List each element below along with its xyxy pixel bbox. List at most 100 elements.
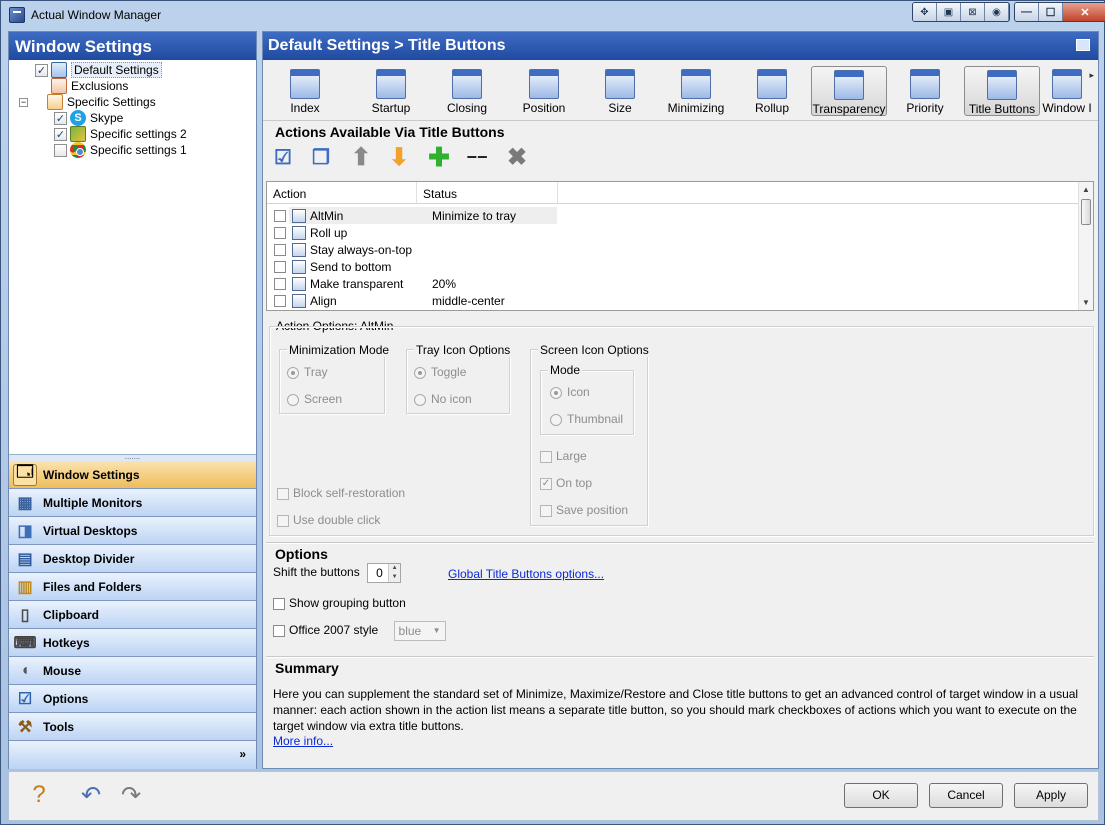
tab-rollup[interactable]: Rollup bbox=[735, 66, 809, 116]
exclusions-icon bbox=[51, 78, 67, 94]
list-item[interactable]: Send to bottom bbox=[267, 258, 1093, 275]
undo-icon[interactable]: ↶ bbox=[75, 780, 107, 810]
separator-icon[interactable]: −− bbox=[463, 144, 491, 170]
tree-item-skype[interactable]: ✓ S Skype bbox=[54, 110, 123, 126]
action-checkbox[interactable] bbox=[274, 226, 286, 239]
action-checkbox[interactable] bbox=[274, 209, 286, 222]
toolbar-more-icon[interactable]: ▸ bbox=[1089, 70, 1094, 81]
list-item[interactable]: Align middle-center bbox=[267, 292, 1093, 309]
checkbox-show-grouping-button[interactable]: Show grouping button bbox=[273, 596, 406, 610]
tree-item-specific-settings-1[interactable]: Specific settings 1 bbox=[54, 142, 187, 158]
style-select[interactable]: blue bbox=[393, 621, 446, 641]
nav-options[interactable]: ☑ Options bbox=[9, 685, 256, 713]
move-up-icon[interactable]: ⬆ bbox=[347, 144, 375, 171]
checkbox-on-top[interactable]: ✓ On top bbox=[540, 476, 592, 490]
ok-button[interactable]: OK bbox=[844, 783, 918, 808]
list-item[interactable]: Stay always-on-top bbox=[267, 241, 1093, 258]
minimize-to-tray-title-button[interactable]: ▣ bbox=[937, 3, 961, 21]
radio-thumbnail[interactable]: Thumbnail bbox=[550, 412, 623, 426]
nav-mouse[interactable]: ◖ Mouse bbox=[9, 657, 256, 685]
more-info-link[interactable]: More info... bbox=[273, 734, 333, 748]
checkbox-block-self-restoration[interactable]: Block self-restoration bbox=[277, 486, 405, 500]
transparency-title-button[interactable]: ◉ bbox=[985, 3, 1009, 21]
tab-transparency[interactable]: Transparency bbox=[811, 66, 887, 116]
title-bar[interactable]: Actual Window Manager ✥ ▣ ⊠ ◉ — ☐ ✕ bbox=[1, 1, 1105, 29]
collapse-icon[interactable]: − bbox=[19, 97, 28, 107]
tab-priority[interactable]: Priority bbox=[888, 66, 962, 116]
checkbox-save-position[interactable]: Save position bbox=[540, 503, 628, 517]
scroll-down-icon[interactable]: ▼ bbox=[1079, 295, 1093, 310]
nav-label: Desktop Divider bbox=[43, 551, 135, 566]
list-item[interactable]: Make transparent 20% bbox=[267, 275, 1093, 292]
tab-startup[interactable]: Startup bbox=[354, 66, 428, 116]
nav-clipboard[interactable]: ▯ Clipboard bbox=[9, 601, 256, 629]
column-action[interactable]: Action bbox=[267, 182, 417, 203]
tab-index[interactable]: Index bbox=[268, 66, 342, 116]
apply-button[interactable]: Apply bbox=[1014, 783, 1088, 808]
panel-window-icon[interactable] bbox=[1076, 39, 1090, 51]
tab-size[interactable]: Size bbox=[583, 66, 657, 116]
tree-item-exclusions[interactable]: Exclusions bbox=[51, 78, 128, 94]
list-item[interactable]: AltMin Minimize to tray bbox=[267, 207, 1093, 224]
move-title-button[interactable]: ✥ bbox=[913, 3, 937, 21]
tab-closing[interactable]: Closing bbox=[430, 66, 504, 116]
tab-window-info[interactable]: Window I bbox=[1041, 66, 1093, 116]
action-checkbox[interactable] bbox=[274, 294, 286, 307]
checkbox-use-double-click[interactable]: Use double click bbox=[277, 513, 380, 527]
redo-icon[interactable]: ↷ bbox=[115, 780, 147, 810]
radio-toggle[interactable]: Toggle bbox=[414, 365, 466, 379]
radio-no-icon[interactable]: No icon bbox=[414, 392, 472, 406]
column-status[interactable]: Status bbox=[417, 182, 558, 203]
stay-on-top-title-button[interactable]: ⊠ bbox=[961, 3, 985, 21]
maximize-button[interactable]: ☐ bbox=[1039, 3, 1063, 21]
tree-item-specific-settings[interactable]: − Specific Settings bbox=[19, 94, 156, 110]
nav-label: Files and Folders bbox=[43, 579, 142, 594]
scroll-thumb[interactable] bbox=[1081, 199, 1091, 225]
checkbox-large[interactable]: Large bbox=[540, 449, 587, 463]
move-down-icon[interactable]: ⬇ bbox=[385, 144, 413, 171]
scroll-up-icon[interactable]: ▲ bbox=[1079, 182, 1093, 197]
radio-screen[interactable]: Screen bbox=[287, 392, 342, 406]
nav-desktop-divider[interactable]: ▤ Desktop Divider bbox=[9, 545, 256, 573]
action-options-group bbox=[269, 326, 1094, 536]
action-checkbox[interactable] bbox=[274, 243, 286, 256]
duplicate-icon[interactable]: ❐ bbox=[307, 144, 335, 170]
tree-item-default-settings[interactable]: ✓ Default Settings bbox=[35, 62, 162, 78]
nav-multiple-monitors[interactable]: ▦ Multiple Monitors bbox=[9, 489, 256, 517]
radio-tray[interactable]: Tray bbox=[287, 365, 328, 379]
screen-icon-options-title: Screen Icon Options bbox=[538, 343, 651, 357]
list-scrollbar[interactable]: ▲ ▼ bbox=[1078, 182, 1093, 310]
shift-stepper[interactable]: 0 bbox=[367, 563, 402, 583]
tab-title-buttons[interactable]: Title Buttons bbox=[964, 66, 1040, 116]
nav-window-settings[interactable]: 🗔 Window Settings bbox=[9, 461, 256, 489]
action-checkbox[interactable] bbox=[274, 260, 286, 273]
nav-files-and-folders[interactable]: ▥ Files and Folders bbox=[9, 573, 256, 601]
nav-label: Multiple Monitors bbox=[43, 495, 143, 510]
nav-label: Tools bbox=[43, 719, 75, 734]
specific-settings-2-checkbox[interactable]: ✓ bbox=[54, 127, 67, 141]
nav-hotkeys[interactable]: ⌨ Hotkeys bbox=[9, 629, 256, 657]
cancel-button[interactable]: Cancel bbox=[929, 783, 1003, 808]
delete-icon[interactable]: ✖ bbox=[503, 144, 531, 171]
check-all-icon[interactable]: ☑ bbox=[269, 144, 297, 170]
minimize-button[interactable]: — bbox=[1015, 3, 1039, 21]
close-button[interactable]: ✕ bbox=[1063, 3, 1105, 21]
nav-more-button[interactable]: » bbox=[9, 741, 256, 769]
tree-item-specific-settings-2[interactable]: ✓ Specific settings 2 bbox=[54, 126, 187, 142]
checkbox-office-2007-style[interactable] bbox=[273, 625, 285, 637]
window-icon bbox=[51, 62, 67, 78]
global-title-buttons-link[interactable]: Global Title Buttons options... bbox=[448, 567, 604, 581]
radio-icon[interactable]: Icon bbox=[550, 385, 590, 399]
action-checkbox[interactable] bbox=[274, 277, 286, 290]
tab-minimizing[interactable]: Minimizing bbox=[659, 66, 733, 116]
nav-virtual-desktops[interactable]: ◨ Virtual Desktops bbox=[9, 517, 256, 545]
actions-list[interactable]: Action Status AltMin Minimize to tray Ro… bbox=[266, 181, 1094, 311]
tab-position[interactable]: Position bbox=[507, 66, 581, 116]
nav-tools[interactable]: ⚒ Tools bbox=[9, 713, 256, 741]
list-item[interactable]: Roll up bbox=[267, 224, 1093, 241]
default-settings-checkbox[interactable]: ✓ bbox=[35, 63, 48, 77]
specific-settings-1-checkbox[interactable] bbox=[54, 143, 67, 157]
help-icon[interactable]: ? bbox=[23, 780, 55, 810]
add-icon[interactable]: ✚ bbox=[425, 142, 453, 172]
skype-checkbox[interactable]: ✓ bbox=[54, 111, 67, 125]
